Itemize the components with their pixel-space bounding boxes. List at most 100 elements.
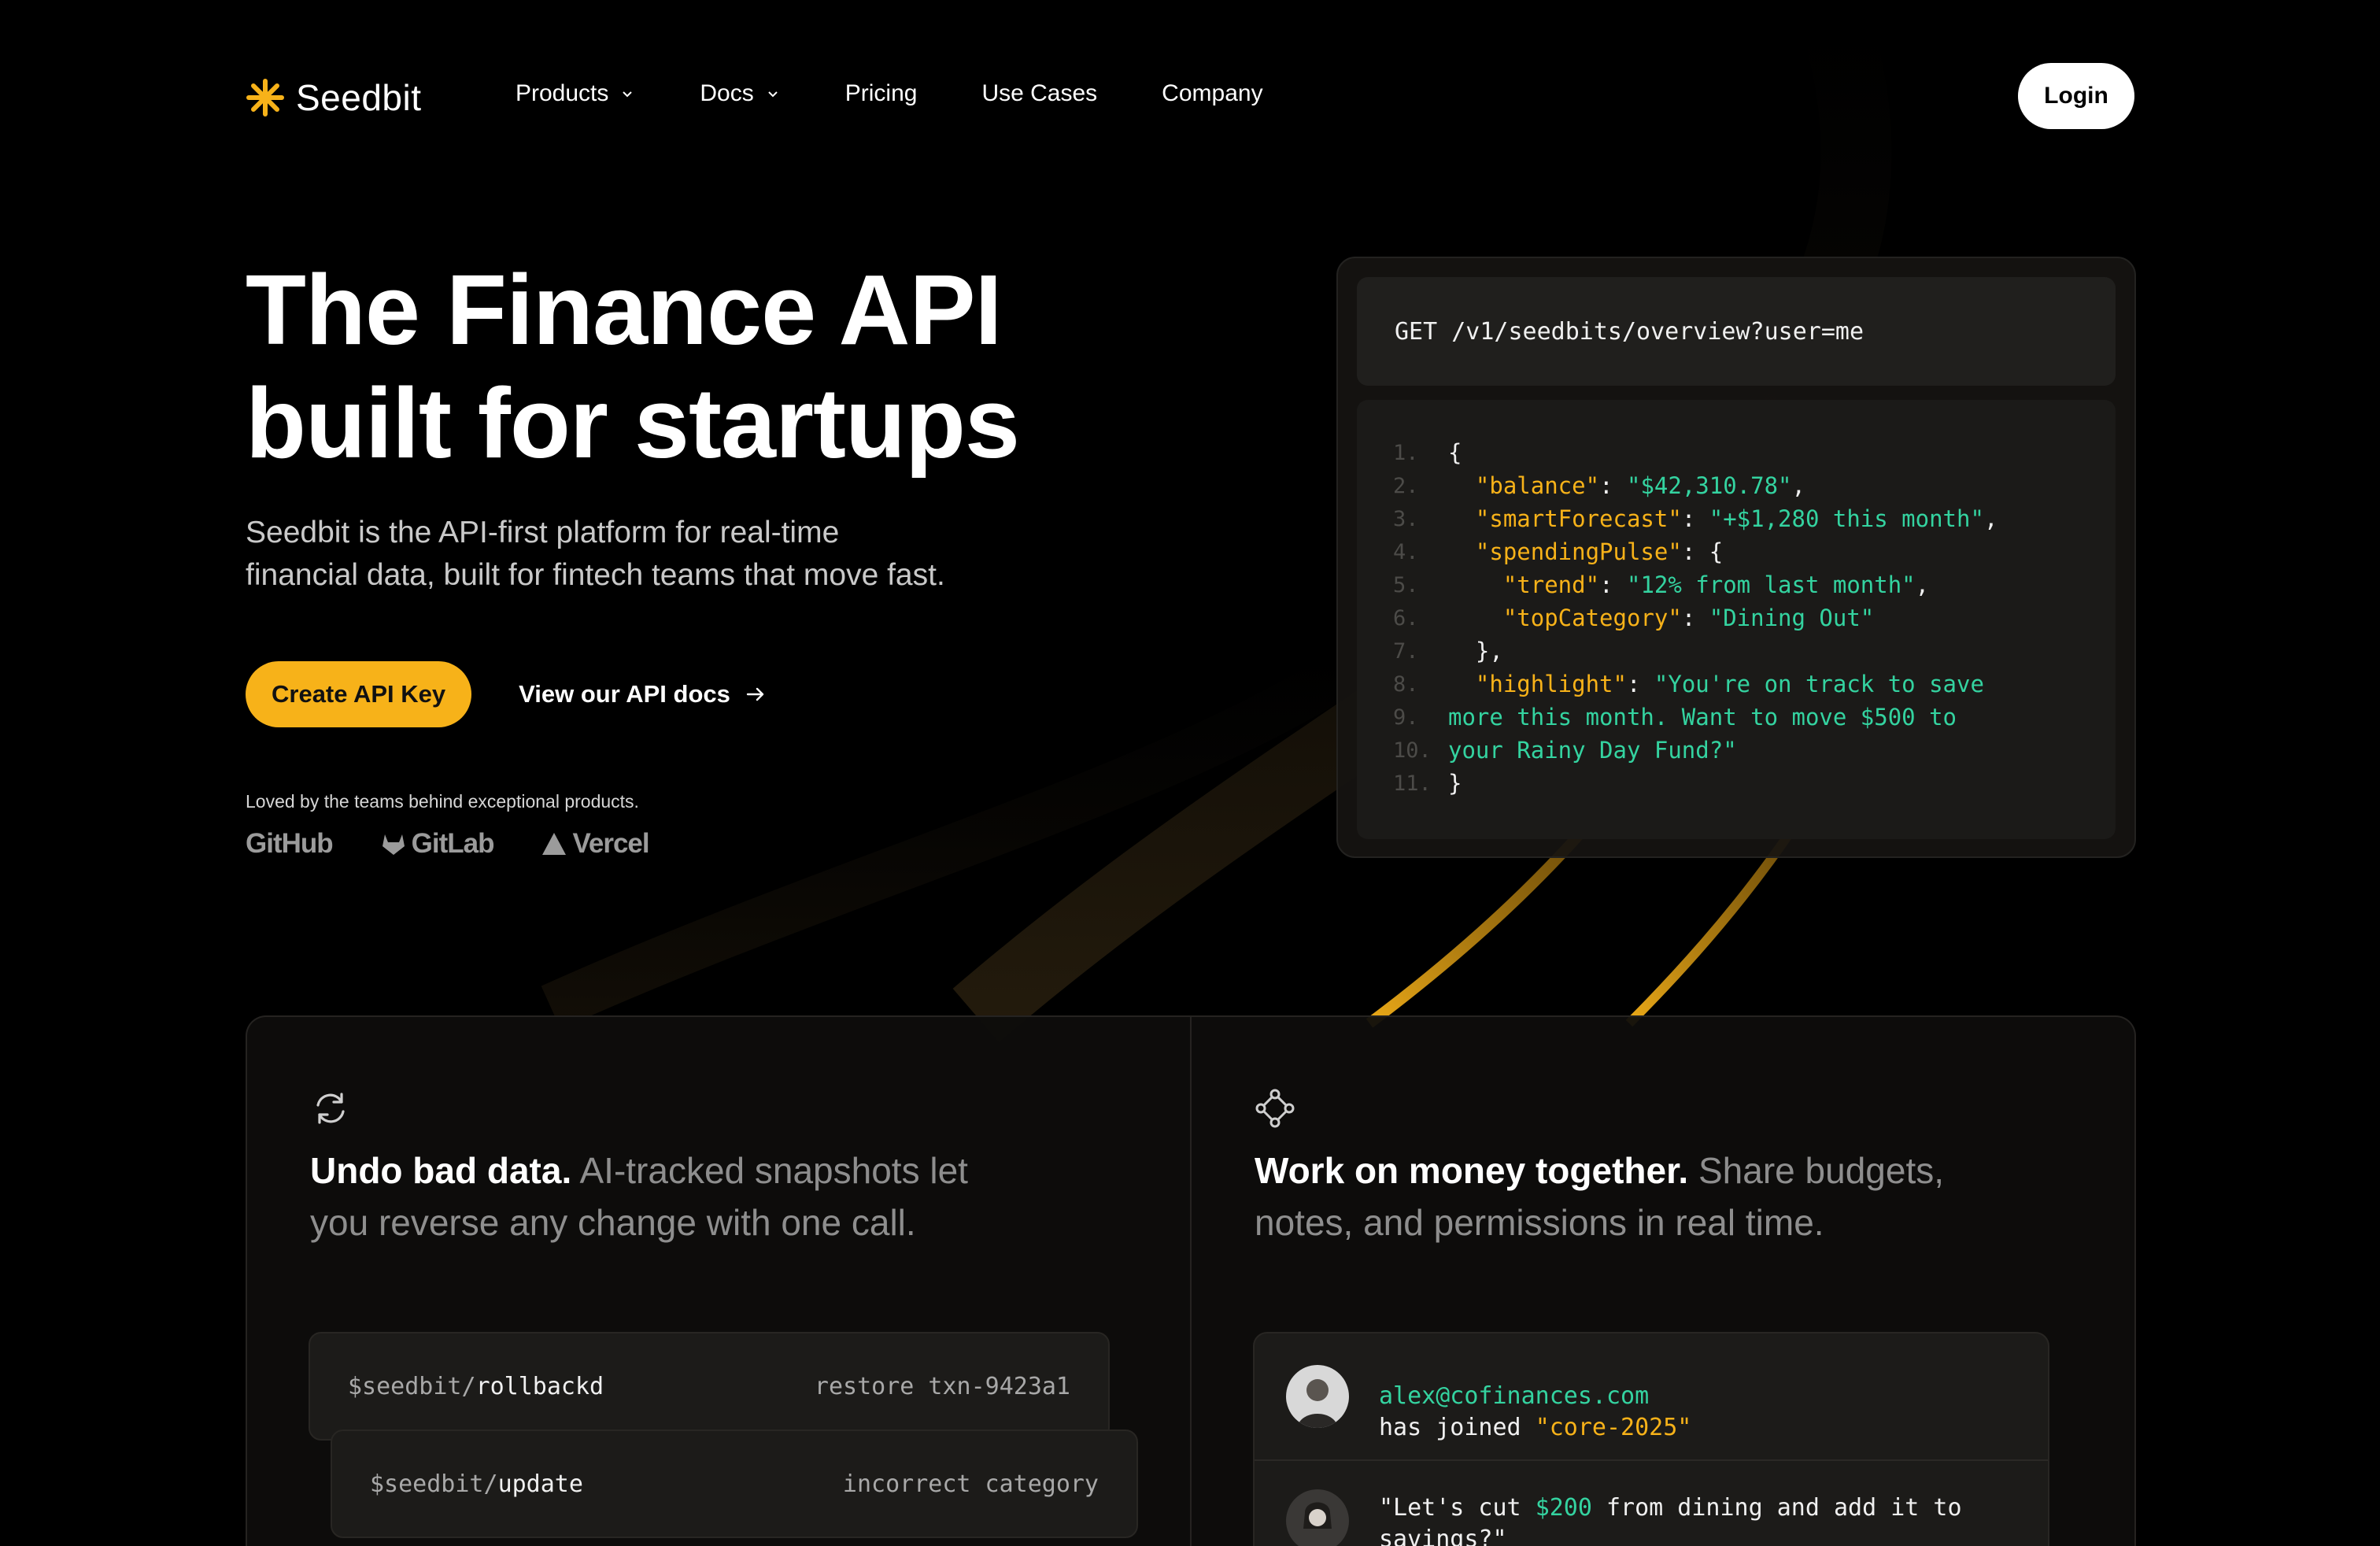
api-request-line[interactable]: GET /v1/seedbits/overview?user=me — [1357, 277, 2116, 386]
hero-title-line: The Finance API — [246, 254, 1003, 365]
activity-quote-message: "Let's cut $200 from dining and add it t… — [1379, 1492, 1962, 1546]
nav-item-label: Docs — [700, 80, 754, 106]
hero-title-line: built for startups — [246, 368, 1020, 479]
cli-cmd: rollbackd — [475, 1372, 604, 1400]
view-api-docs-link[interactable]: View our API docs — [519, 680, 767, 708]
asterisk-logo-icon — [246, 79, 284, 117]
cli-command: $seedbit/update — [370, 1470, 583, 1498]
activity-join-message: alex@cofinances.com has joined "core-202… — [1379, 1381, 1691, 1444]
hero-subtitle: Seedbit is the API-first platform for re… — [246, 512, 1033, 597]
line-number: 4. — [1393, 539, 1419, 564]
line-number: 10. — [1393, 738, 1432, 763]
view-api-docs-label: View our API docs — [519, 680, 730, 708]
user-avatar-icon — [1286, 1365, 1349, 1428]
nav-item-use-cases[interactable]: Use Cases — [981, 80, 1097, 107]
cli-note: incorrect category — [842, 1470, 1099, 1498]
code-line: 1. { — [1357, 436, 2116, 469]
refresh-cycle-icon — [316, 1093, 345, 1124]
code-line: 5. "trend": "12% from last month", — [1357, 568, 2116, 601]
collab-feature-line: Work on money together. Share budgets, — [1255, 1145, 2042, 1196]
cli-rollback-card[interactable]: $seedbit/rollbackd restore txn-9423a1 — [309, 1332, 1110, 1441]
vercel-logo: Vercel — [541, 828, 650, 860]
hero-subtitle-line: Seedbit is the API-first platform for re… — [246, 516, 840, 549]
quote-text: "Let's cut — [1379, 1494, 1521, 1522]
json-value: "$42,310.78" — [1626, 472, 1792, 499]
arrow-right-icon — [746, 687, 764, 701]
api-response-panel: GET /v1/seedbits/overview?user=me 1. { 2.… — [1336, 257, 2136, 858]
activity-quote-row: "Let's cut $200 from dining and add it t… — [1255, 1489, 2079, 1546]
json-response: 1. { 2. "balance": "$42,310.78", 3. "smar… — [1357, 400, 2116, 839]
brand-label: Vercel — [572, 828, 649, 859]
code-line: 8. "highlight": "You're on track to save — [1357, 668, 2116, 701]
github-logo: GitHub — [246, 828, 334, 860]
json-value: "12% from last month" — [1626, 571, 1916, 598]
cli-prefix: $seedbit/ — [370, 1470, 498, 1498]
nav-item-label: Pricing — [844, 80, 918, 106]
cli-note: restore txn-9423a1 — [814, 1372, 1070, 1400]
quote-amount: $200 — [1535, 1494, 1592, 1522]
loved-by-text: Loved by the teams behind exceptional pr… — [246, 791, 639, 812]
collab-feature-desc: notes, and permissions in real time. — [1255, 1202, 1824, 1243]
top-nav: Seedbit Products Docs Pricing Use Cases … — [246, 63, 2134, 132]
undo-feature-text: Undo bad data. AI-tracked snapshots let … — [310, 1145, 1097, 1248]
json-key: "topCategory" — [1502, 605, 1682, 631]
activity-team: "core-2025" — [1535, 1414, 1692, 1441]
nav-item-products[interactable]: Products — [516, 80, 635, 107]
json-value: "+$1,280 this month" — [1709, 505, 1984, 532]
code-line: 2. "balance": "$42,310.78", — [1357, 469, 2116, 502]
nav-item-label: Company — [1162, 80, 1263, 106]
create-api-key-button[interactable]: Create API Key — [246, 661, 472, 727]
cli-update-card[interactable]: $seedbit/update incorrect category — [331, 1429, 1138, 1538]
undo-feature-desc: you reverse any change with one call. — [310, 1202, 916, 1243]
activity-separator — [1255, 1459, 2048, 1461]
json-key: "highlight" — [1475, 671, 1627, 697]
line-number: 2. — [1393, 473, 1419, 498]
nav-item-pricing[interactable]: Pricing — [845, 80, 918, 107]
code-line: 7. }, — [1357, 634, 2116, 668]
code-line: 10. your Rainy Day Fund?" — [1357, 734, 2116, 767]
brand-name: Seedbit — [296, 77, 422, 118]
collab-feature-text: Work on money together. Share budgets, n… — [1255, 1145, 2042, 1248]
nav-item-company[interactable]: Company — [1162, 80, 1262, 107]
undo-feature-desc: AI-tracked snapshots let — [579, 1150, 968, 1191]
undo-feature-line: Undo bad data. AI-tracked snapshots let — [310, 1145, 1097, 1196]
cli-command: $seedbit/rollbackd — [348, 1373, 604, 1400]
line-number: 3. — [1393, 506, 1419, 531]
avatar[interactable] — [1286, 1365, 1349, 1428]
login-button[interactable]: Login — [2018, 63, 2134, 129]
quote-text: from dining and add it to — [1606, 1494, 1962, 1522]
code-line: 11.} — [1357, 767, 2116, 800]
activity-email[interactable]: alex@cofinances.com — [1379, 1381, 1691, 1412]
code-punct: }, — [1475, 638, 1503, 664]
code-line: 4. "spendingPulse": { — [1357, 535, 2116, 568]
feature-divider — [1190, 1017, 1192, 1546]
features-section: Undo bad data. AI-tracked snapshots let … — [246, 1015, 2136, 1546]
code-line: 9. more this month. Want to move $500 to — [1357, 701, 2116, 734]
line-number: 6. — [1393, 605, 1419, 631]
line-number: 5. — [1393, 572, 1419, 597]
user-avatar-icon — [1286, 1489, 1349, 1546]
collab-feature-desc: Share budgets, — [1698, 1150, 1945, 1191]
vercel-triangle-icon — [542, 833, 567, 855]
json-value: your Rainy Day Fund?" — [1448, 737, 1737, 764]
nav-item-docs[interactable]: Docs — [700, 80, 780, 107]
cta-row: Create API Key View our API docs — [246, 661, 767, 727]
page: Seedbit Products Docs Pricing Use Cases … — [0, 0, 2380, 1546]
nav-item-label: Use Cases — [981, 80, 1098, 106]
quote-text: savings?" — [1379, 1526, 1507, 1546]
activity-text: has joined — [1379, 1414, 1521, 1441]
nav-menu: Products Docs Pricing Use Cases Company — [516, 80, 1328, 107]
code-punct: { — [1448, 439, 1462, 466]
brand-logo[interactable]: Seedbit — [246, 71, 422, 124]
json-key: "trend" — [1502, 571, 1600, 598]
network-nodes-icon — [1255, 1089, 1295, 1128]
line-number: 7. — [1393, 638, 1419, 664]
json-value: "You're on track to save — [1654, 671, 1984, 697]
json-key: "spendingPulse" — [1475, 538, 1682, 565]
code-punct: } — [1448, 770, 1462, 797]
avatar[interactable] — [1286, 1489, 1349, 1546]
chevron-down-icon — [623, 91, 633, 98]
hero-subtitle-line: financial data, built for fintech teams … — [246, 558, 945, 592]
line-number: 8. — [1393, 671, 1419, 697]
json-value: more this month. Want to move $500 to — [1448, 704, 1957, 730]
